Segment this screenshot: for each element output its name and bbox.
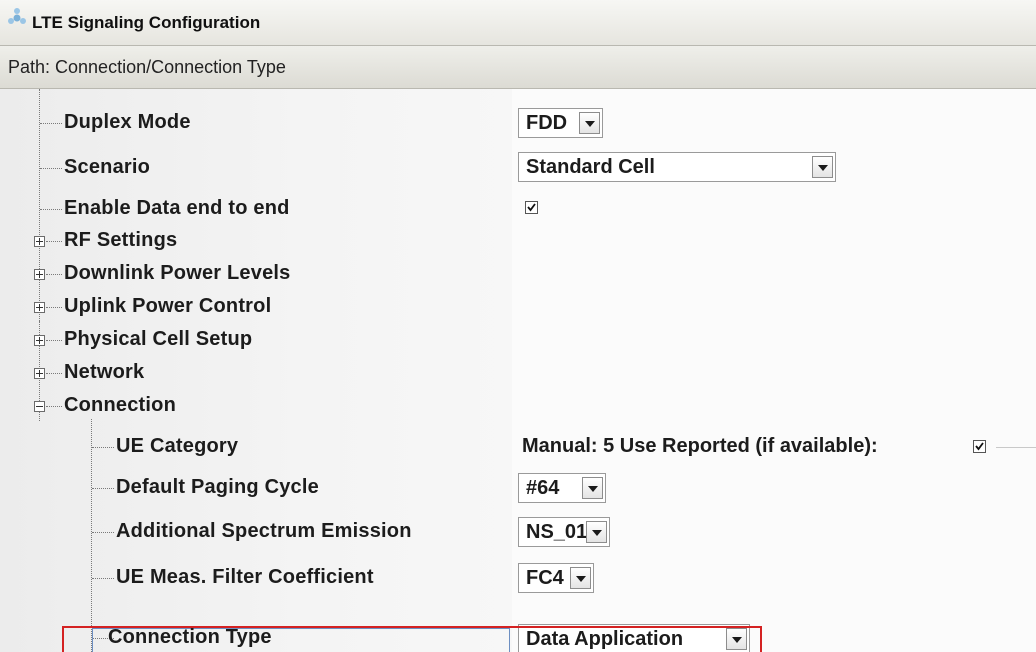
meas-filter-dropdown[interactable]: FC4 (518, 563, 594, 593)
uplink-power-label[interactable]: Uplink Power Control (64, 295, 271, 318)
chevron-down-icon[interactable] (579, 112, 600, 134)
tree-line (40, 168, 62, 169)
paging-cycle-label: Default Paging Cycle (116, 476, 319, 498)
ue-category-value: Manual: 5 Use Reported (if available): (522, 435, 878, 457)
duplex-mode-dropdown[interactable]: FDD (518, 108, 603, 138)
physical-cell-label[interactable]: Physical Cell Setup (64, 328, 252, 351)
meas-filter-value: FC4 (526, 567, 564, 589)
uplink-power-expander[interactable] (34, 302, 45, 313)
lte-config-icon (8, 8, 26, 24)
enable-data-label: Enable Data end to end (64, 197, 290, 219)
tree-line (46, 307, 62, 308)
downlink-power-label[interactable]: Downlink Power Levels (64, 262, 291, 285)
scenario-dropdown[interactable]: Standard Cell (518, 152, 836, 182)
scenario-value: Standard Cell (526, 156, 655, 178)
tree-line (40, 123, 62, 124)
connection-label[interactable]: Connection (64, 394, 176, 417)
title-bar: LTE Signaling Configuration (0, 0, 1036, 46)
network-expander[interactable] (34, 368, 45, 379)
duplex-mode-value: FDD (526, 112, 568, 134)
path-bar: Path: Connection/Connection Type (0, 46, 1036, 89)
checkmark-icon (527, 203, 536, 212)
rf-settings-label[interactable]: RF Settings (64, 229, 177, 252)
enable-data-checkbox[interactable] (525, 201, 538, 214)
tree-line (92, 578, 114, 579)
paging-cycle-value: #64 (526, 477, 560, 499)
downlink-power-expander[interactable] (34, 269, 45, 280)
network-label[interactable]: Network (64, 361, 144, 384)
chevron-down-icon[interactable] (586, 521, 607, 543)
path-text: Path: Connection/Connection Type (8, 57, 286, 77)
tree-line (46, 373, 62, 374)
connection-expander[interactable] (34, 401, 45, 412)
window-title: LTE Signaling Configuration (32, 13, 261, 32)
spectrum-emission-value: NS_01 (526, 521, 588, 543)
meas-filter-label: UE Meas. Filter Coefficient (116, 566, 374, 588)
tree-line (46, 340, 62, 341)
red-highlight-box (62, 626, 762, 652)
chevron-down-icon[interactable] (582, 477, 603, 499)
tree-line (91, 419, 92, 652)
tree-line (40, 209, 62, 210)
chevron-down-icon[interactable] (812, 156, 833, 178)
checkmark-icon (975, 442, 984, 451)
tree-line (92, 488, 114, 489)
lte-signaling-window: LTE Signaling Configuration Path: Connec… (0, 0, 1036, 652)
spectrum-emission-dropdown[interactable]: NS_01 (518, 517, 610, 547)
physical-cell-expander[interactable] (34, 335, 45, 346)
duplex-mode-label: Duplex Mode (64, 111, 191, 133)
chevron-down-icon[interactable] (570, 567, 591, 589)
tree-line (46, 274, 62, 275)
tree-line (92, 532, 114, 533)
use-reported-checkbox[interactable] (973, 440, 986, 453)
paging-cycle-dropdown[interactable]: #64 (518, 473, 606, 503)
rf-settings-expander[interactable] (34, 236, 45, 247)
ue-category-label: UE Category (116, 435, 239, 457)
tree-line (92, 447, 114, 448)
separator-line (996, 447, 1036, 448)
tree-line (46, 241, 62, 242)
tree-line (46, 406, 62, 407)
scenario-label: Scenario (64, 156, 151, 178)
spectrum-emission-label: Additional Spectrum Emission (116, 520, 412, 542)
